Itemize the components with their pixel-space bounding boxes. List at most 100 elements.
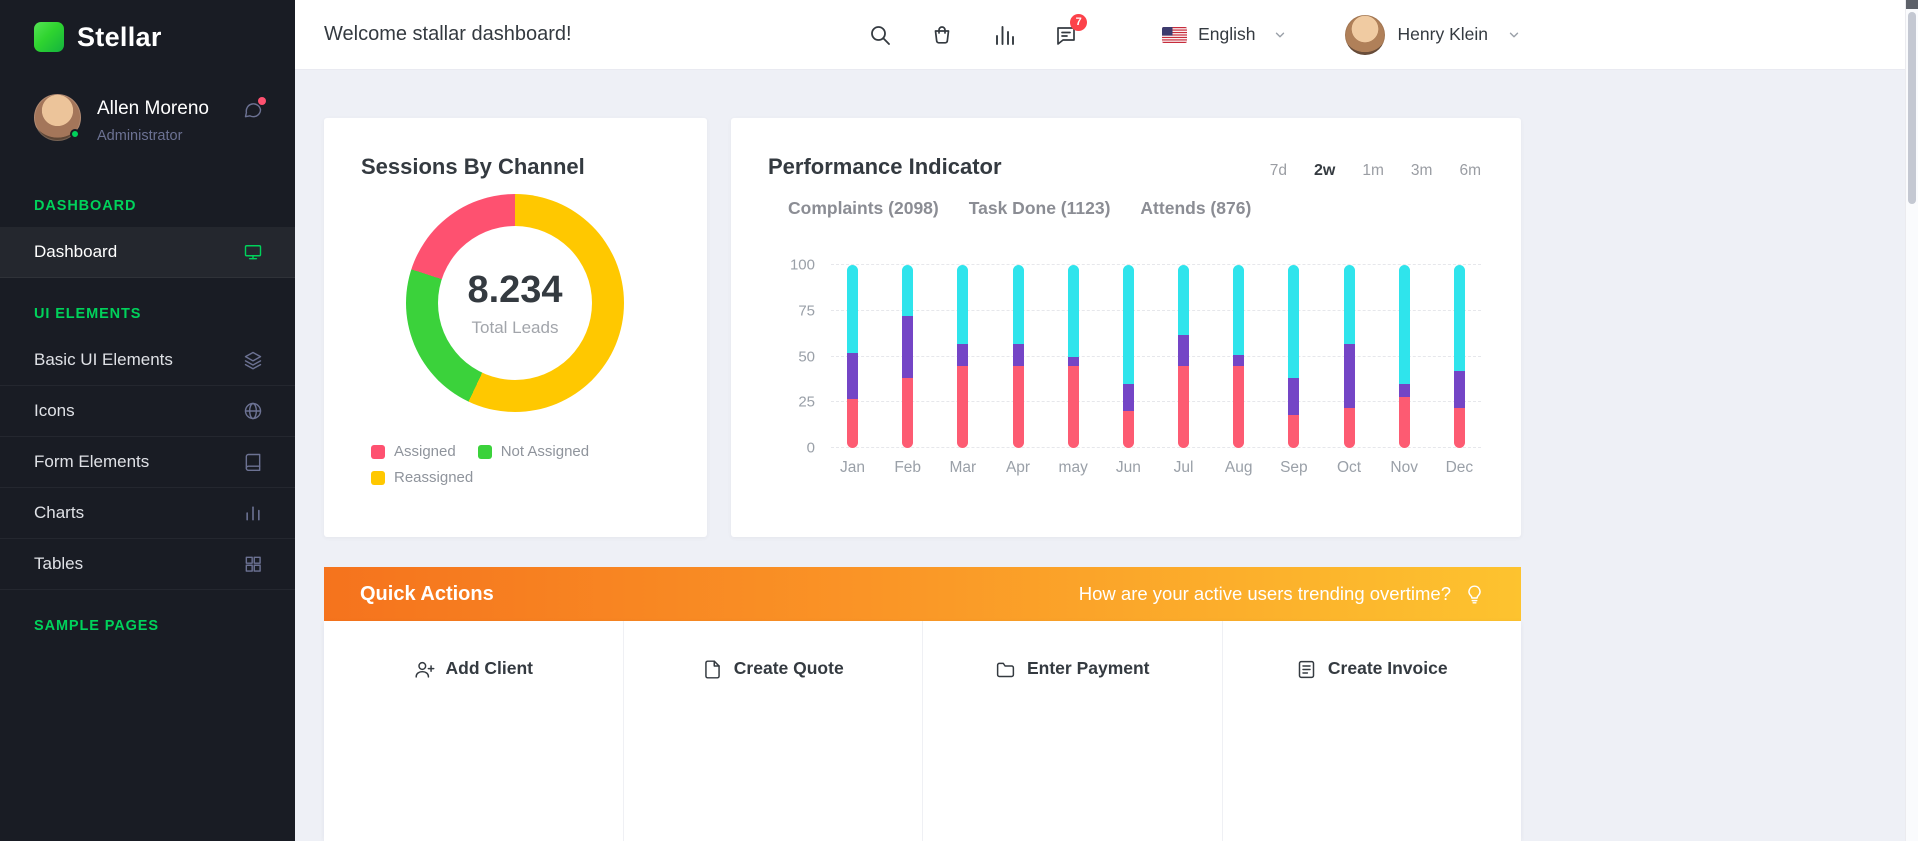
chevron-down-icon — [1507, 28, 1521, 42]
welcome-message: Welcome stallar dashboard! — [324, 23, 572, 46]
sidebar-item-tables[interactable]: Tables — [0, 539, 295, 590]
user-name: Henry Klein — [1398, 24, 1488, 45]
language-label: English — [1198, 24, 1255, 45]
book-icon — [243, 452, 263, 472]
sessions-by-channel-card: Sessions By Channel 8.234 Total Leads As… — [324, 118, 707, 537]
perf-filter[interactable]: 7d — [1270, 162, 1287, 180]
sidebar-item-label: Charts — [34, 503, 84, 523]
legend-attends: Attends (876) — [1140, 198, 1251, 219]
donut-legend: Assigned Not Assigned Reassigned — [371, 443, 651, 486]
sidebar: Stellar Allen Moreno Administrator DASHB… — [0, 0, 295, 841]
action-label: Create Quote — [734, 658, 844, 679]
create-quote-button[interactable]: Create Quote — [623, 621, 923, 841]
sidebar-item-label: Icons — [34, 401, 75, 421]
page-scrollbar[interactable] — [1905, 0, 1918, 841]
bar-Feb: Feb — [902, 265, 913, 448]
quick-actions-question: How are your active users trending overt… — [1079, 583, 1451, 605]
bar-Sep: Sep — [1288, 265, 1299, 448]
sidebar-item-form-elements[interactable]: Form Elements — [0, 437, 295, 488]
performance-card-title: Performance Indicator — [768, 154, 1002, 180]
legend-item-assigned: Assigned — [371, 443, 456, 460]
time-range-filters: 7d 2w 1m 3m 6m — [1270, 162, 1481, 180]
chevron-down-icon — [1273, 28, 1287, 42]
grid-icon — [243, 554, 263, 574]
main-content: Sessions By Channel 8.234 Total Leads As… — [295, 70, 1918, 841]
navbar-controls: 7 English — [868, 15, 1521, 55]
bar-Dec: Dec — [1454, 265, 1465, 448]
stats-icon[interactable] — [992, 23, 1016, 47]
bar-Aug: Aug — [1233, 265, 1244, 448]
us-flag-icon — [1162, 27, 1187, 43]
globe-icon — [243, 401, 263, 421]
message-badge: 7 — [1070, 14, 1087, 31]
legend-complaints: Complaints (2098) — [788, 198, 939, 219]
sessions-card-title: Sessions By Channel — [361, 154, 585, 180]
user-avatar — [1345, 15, 1385, 55]
bar-Nov: Nov — [1399, 265, 1410, 448]
legend-task-done: Task Done (1123) — [969, 198, 1111, 219]
quick-actions-header: Quick Actions How are your active users … — [324, 567, 1521, 621]
legend-item-reassigned: Reassigned — [371, 469, 473, 486]
legend-swatch — [371, 471, 385, 485]
sidebar-item-icons[interactable]: Icons — [0, 386, 295, 437]
action-label: Create Invoice — [1328, 658, 1448, 679]
performance-bars: JanFebMarAprmayJunJulAugSepOctNovDec — [831, 265, 1481, 448]
sidebar-item-label: Tables — [34, 554, 83, 574]
legend-swatch — [371, 445, 385, 459]
monitor-icon — [243, 242, 263, 262]
chat-bubble-icon[interactable] — [243, 100, 263, 120]
folder-icon — [995, 659, 1016, 680]
file-icon — [702, 659, 723, 680]
sidebar-item-label: Basic UI Elements — [34, 350, 173, 370]
create-invoice-button[interactable]: Create Invoice — [1222, 621, 1522, 841]
total-leads-label: Total Leads — [472, 318, 559, 338]
quick-actions-row: Add Client Create Quote Enter Payment Cr… — [324, 621, 1521, 841]
language-selector[interactable]: English — [1162, 24, 1286, 45]
legend-swatch — [478, 445, 492, 459]
quick-actions-question-wrap: How are your active users trending overt… — [1079, 583, 1485, 605]
legend-label: Reassigned — [394, 469, 473, 486]
sidebar-item-basic-ui-elements[interactable]: Basic UI Elements — [0, 335, 295, 386]
messages-icon[interactable]: 7 — [1054, 23, 1078, 47]
add-client-button[interactable]: Add Client — [324, 621, 623, 841]
scrollbar-thumb[interactable] — [1908, 12, 1916, 204]
quick-actions-title: Quick Actions — [360, 583, 494, 606]
lightbulb-icon — [1464, 584, 1485, 605]
brand-logo[interactable]: Stellar — [0, 0, 295, 74]
brand-name: Stellar — [77, 22, 162, 53]
profile-text: Allen Moreno Administrator — [97, 94, 209, 144]
donut-ring: 8.234 Total Leads — [406, 194, 624, 412]
bar-Apr: Apr — [1013, 265, 1024, 448]
enter-payment-button[interactable]: Enter Payment — [922, 621, 1222, 841]
bar-Jun: Jun — [1123, 265, 1134, 448]
bar-chart-icon — [243, 503, 263, 523]
profile-avatar[interactable] — [34, 94, 81, 141]
online-status-dot — [70, 129, 80, 139]
donut-center: 8.234 Total Leads — [406, 194, 624, 412]
perf-filter[interactable]: 6m — [1459, 162, 1481, 180]
sidebar-item-charts[interactable]: Charts — [0, 488, 295, 539]
layers-icon — [243, 350, 263, 370]
action-label: Add Client — [446, 658, 534, 679]
top-navbar: Welcome stallar dashboard! 7 — [295, 0, 1918, 70]
invoice-icon — [1296, 659, 1317, 680]
nav-section-sample-pages: SAMPLE PAGES — [0, 590, 295, 647]
performance-legend: Complaints (2098) Task Done (1123) Atten… — [788, 198, 1251, 219]
bar-Mar: Mar — [957, 265, 968, 448]
cart-icon[interactable] — [930, 23, 954, 47]
perf-filter[interactable]: 2w — [1314, 162, 1335, 180]
sidebar-profile: Allen Moreno Administrator — [0, 74, 295, 170]
search-icon[interactable] — [868, 23, 892, 47]
user-menu[interactable]: Henry Klein — [1345, 15, 1521, 55]
bar-may: may — [1068, 265, 1079, 448]
user-plus-icon — [414, 659, 435, 680]
bar-Jul: Jul — [1178, 265, 1189, 448]
nav-section-dashboard: DASHBOARD — [0, 170, 295, 227]
sidebar-item-dashboard[interactable]: Dashboard — [0, 227, 295, 278]
perf-filter[interactable]: 3m — [1411, 162, 1433, 180]
total-leads-value: 8.234 — [467, 269, 562, 312]
profile-name: Allen Moreno — [97, 94, 209, 121]
sidebar-item-label: Dashboard — [34, 242, 117, 262]
nav-section-ui-elements: UI ELEMENTS — [0, 278, 295, 335]
perf-filter[interactable]: 1m — [1362, 162, 1384, 180]
